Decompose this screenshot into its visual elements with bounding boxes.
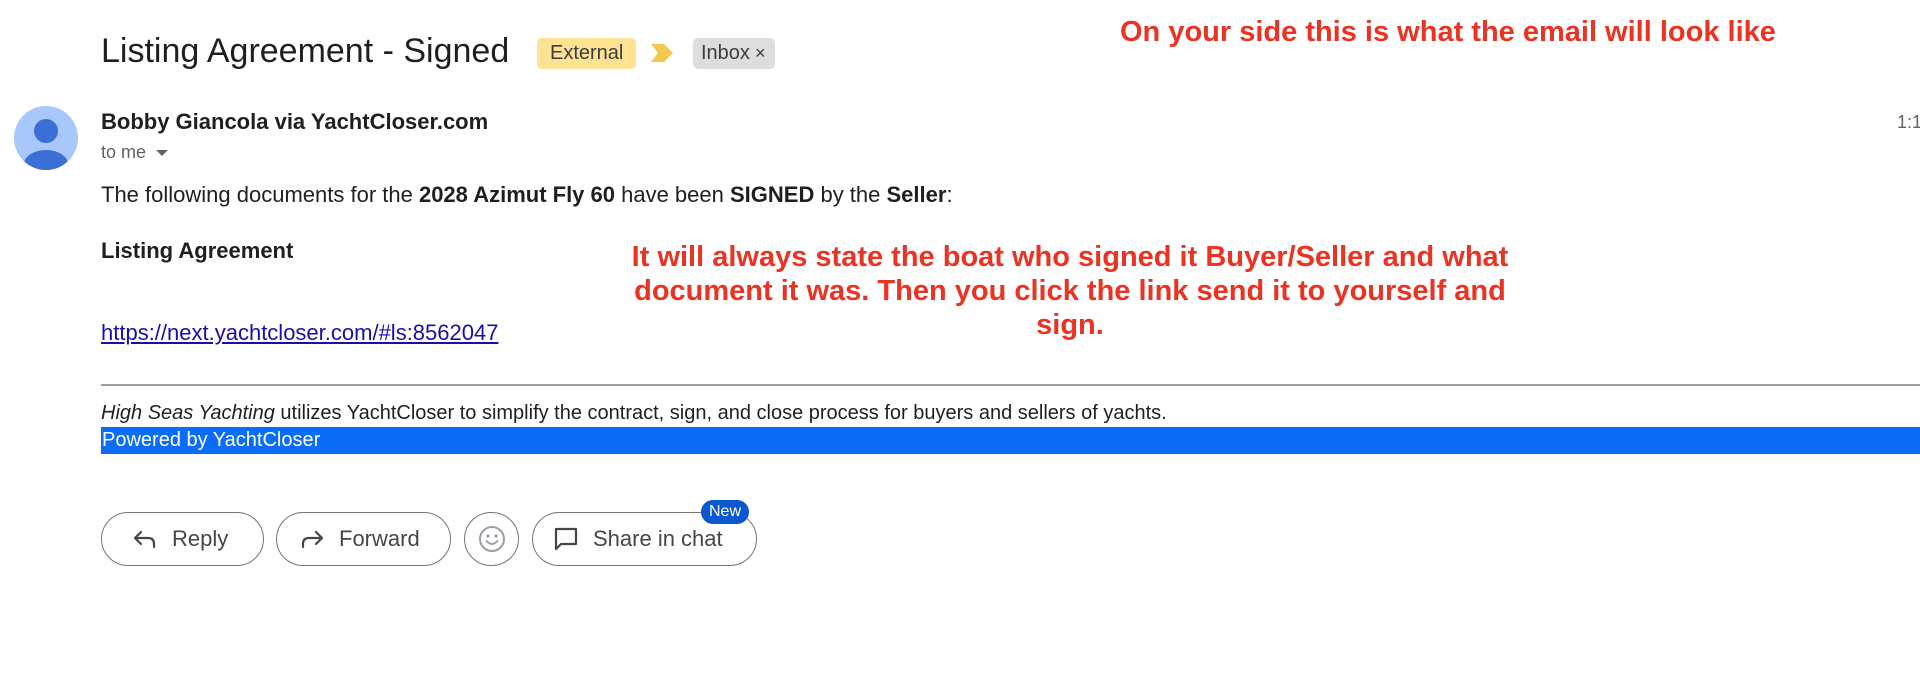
intro-text-1: The following documents for the — [101, 182, 419, 207]
document-title: Listing Agreement — [101, 238, 294, 263]
reply-icon — [133, 530, 156, 549]
footer-description: utilizes YachtCloser to simplify the con… — [274, 402, 1167, 424]
emoji-reaction-button[interactable] — [464, 512, 519, 566]
document-link[interactable]: https://next.yachtcloser.com/#ls:8562047 — [101, 320, 498, 346]
forward-button[interactable]: Forward — [276, 512, 451, 566]
new-badge: New — [701, 500, 750, 524]
powered-by-bar — [101, 427, 1920, 454]
recipient-details[interactable]: to me — [101, 142, 169, 163]
footer-text: High Seas Yachting utilizes YachtCloser … — [101, 402, 1167, 425]
forward-icon — [301, 530, 324, 549]
signed-status: SIGNED — [729, 182, 815, 207]
forward-label: Forward — [339, 526, 420, 551]
importance-marker-icon[interactable] — [651, 44, 673, 62]
share-label: Share in chat — [593, 526, 723, 551]
chevron-down-icon[interactable] — [156, 150, 169, 157]
reply-label: Reply — [172, 526, 229, 551]
signing-party: Seller — [886, 182, 947, 207]
message-intro: The following documents for the 2028 Azi… — [101, 182, 953, 208]
inbox-label-badge: Inbox × — [693, 38, 776, 69]
inbox-label-text: Inbox — [701, 42, 750, 64]
reply-button[interactable]: Reply — [101, 512, 264, 566]
email-subject: Listing Agreement - Signed — [101, 32, 510, 70]
remove-label-icon[interactable]: × — [755, 43, 766, 63]
email-timestamp: 1:1 — [1897, 112, 1920, 132]
chat-bubble-icon — [554, 527, 578, 551]
annotation-middle: It will always state the boat who signed… — [631, 241, 1509, 341]
annotation-top: On your side this is what the email will… — [1120, 16, 1776, 48]
boat-name: 2028 Azimut Fly 60 — [418, 182, 615, 207]
footer-divider — [101, 384, 1920, 386]
intro-text-4: : — [946, 182, 953, 207]
intro-text-2: have been — [615, 182, 730, 207]
footer-company: High Seas Yachting — [101, 402, 275, 424]
recipient-label: to me — [101, 142, 147, 162]
sender-name: Bobby Giancola via YachtCloser.com — [101, 109, 489, 134]
default-avatar-icon[interactable] — [14, 106, 78, 170]
powered-by-text[interactable]: Powered by YachtCloser — [102, 429, 320, 452]
emoji-icon — [478, 526, 505, 552]
external-label-badge: External — [537, 38, 637, 69]
intro-text-3: by the — [814, 182, 887, 207]
